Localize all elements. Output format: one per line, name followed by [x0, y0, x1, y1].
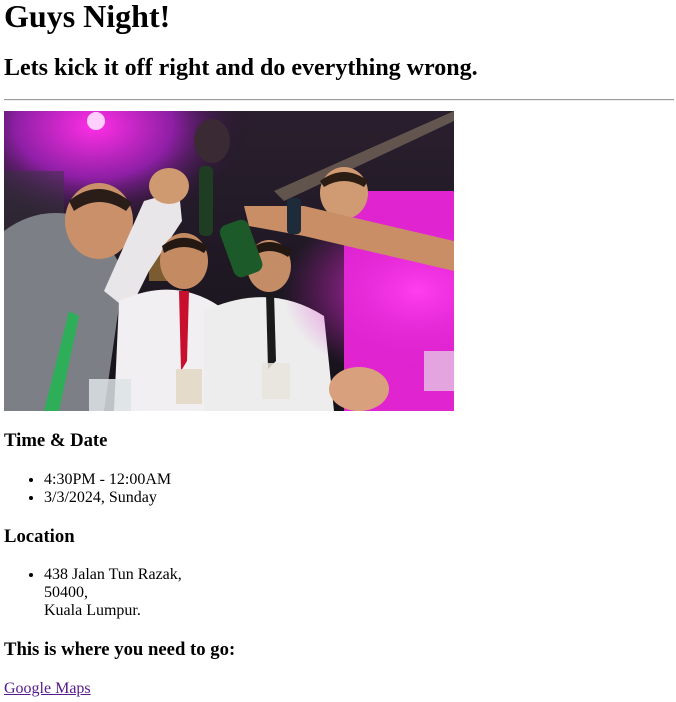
location-list: 438 Jalan Tun Razak, 50400, Kuala Lumpur…: [4, 566, 182, 620]
page-title: Guys Night!: [4, 0, 171, 34]
divider: [4, 99, 674, 101]
address-line: 438 Jalan Tun Razak,: [44, 566, 182, 583]
google-maps-link[interactable]: Google Maps: [4, 680, 91, 698]
location-heading: Location: [4, 526, 75, 547]
page-subtitle: Lets kick it off right and do everything…: [4, 55, 478, 81]
address-line: Kuala Lumpur.: [44, 602, 141, 619]
list-item: 3/3/2024, Sunday: [44, 489, 171, 507]
address-line: 50400,: [44, 584, 88, 601]
directions-heading: This is where you need to go:: [4, 639, 236, 660]
time-date-list: 4:30PM - 12:00AM 3/3/2024, Sunday: [4, 471, 171, 507]
address-item: 438 Jalan Tun Razak, 50400, Kuala Lumpur…: [44, 566, 182, 620]
party-photo: [4, 111, 454, 411]
list-item: 4:30PM - 12:00AM: [44, 471, 171, 489]
time-date-heading: Time & Date: [4, 430, 108, 451]
